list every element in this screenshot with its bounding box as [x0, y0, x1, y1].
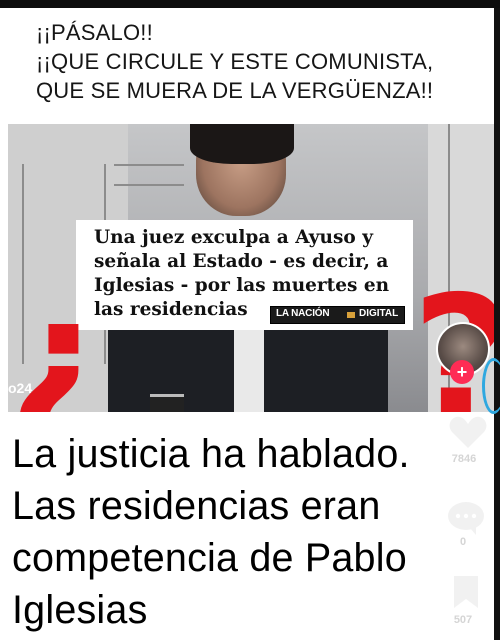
headline-line-2: señala al Estado - es decir, a [94, 251, 389, 272]
save-count: 507 [453, 614, 473, 626]
heart-icon[interactable] [448, 414, 488, 450]
microphone [150, 394, 184, 412]
speaker-hair [190, 124, 294, 164]
header-line-1: ¡¡PÁSALO!! [36, 20, 153, 45]
logo-text-1: LA NACIÓN [276, 308, 330, 319]
video-frame[interactable]: o24 Una juez exculpa a Ayuso y señala al… [8, 124, 494, 412]
comment-count: 0 [459, 536, 467, 548]
caption-line-1: La justicia ha hablado. [12, 432, 410, 476]
speaker-shirt [234, 329, 264, 412]
progress-arc-icon [482, 358, 500, 414]
comment-icon[interactable] [446, 500, 486, 536]
headline-line-3: Iglesias - por las muertes en [94, 275, 390, 296]
bookmark-icon[interactable] [452, 574, 480, 610]
question-mark-open: ¿ [8, 260, 107, 412]
like-count: 7846 [451, 453, 477, 465]
caption-line-3: competencia de Pablo [12, 536, 407, 580]
right-edge-strip [494, 8, 500, 640]
top-bar [0, 0, 500, 8]
wall-panel-line [114, 184, 184, 186]
header-line-2: ¡¡QUE CIRCULE Y ESTE COMUNISTA, [36, 49, 434, 74]
caption-line-4: Iglesias [12, 588, 148, 632]
header-text: ¡¡PÁSALO!! ¡¡QUE CIRCULE Y ESTE COMUNIST… [36, 18, 476, 105]
caption: La justicia ha hablado. Las residencias … [12, 428, 462, 636]
wall-panel-line [114, 164, 184, 166]
follow-plus-button[interactable]: + [450, 360, 474, 384]
logo-text-2: DIGITAL [359, 308, 399, 319]
headline-line-1: Una juez exculpa a Ayuso y [94, 227, 373, 248]
flag-icon [347, 312, 355, 318]
la-nacion-digital-logo: LA NACIÓN DIGITAL [270, 306, 405, 324]
header-line-3: QUE SE MUERA DE LA VERGÜENZA!! [36, 78, 434, 103]
caption-line-2: Las residencias eran [12, 484, 381, 528]
